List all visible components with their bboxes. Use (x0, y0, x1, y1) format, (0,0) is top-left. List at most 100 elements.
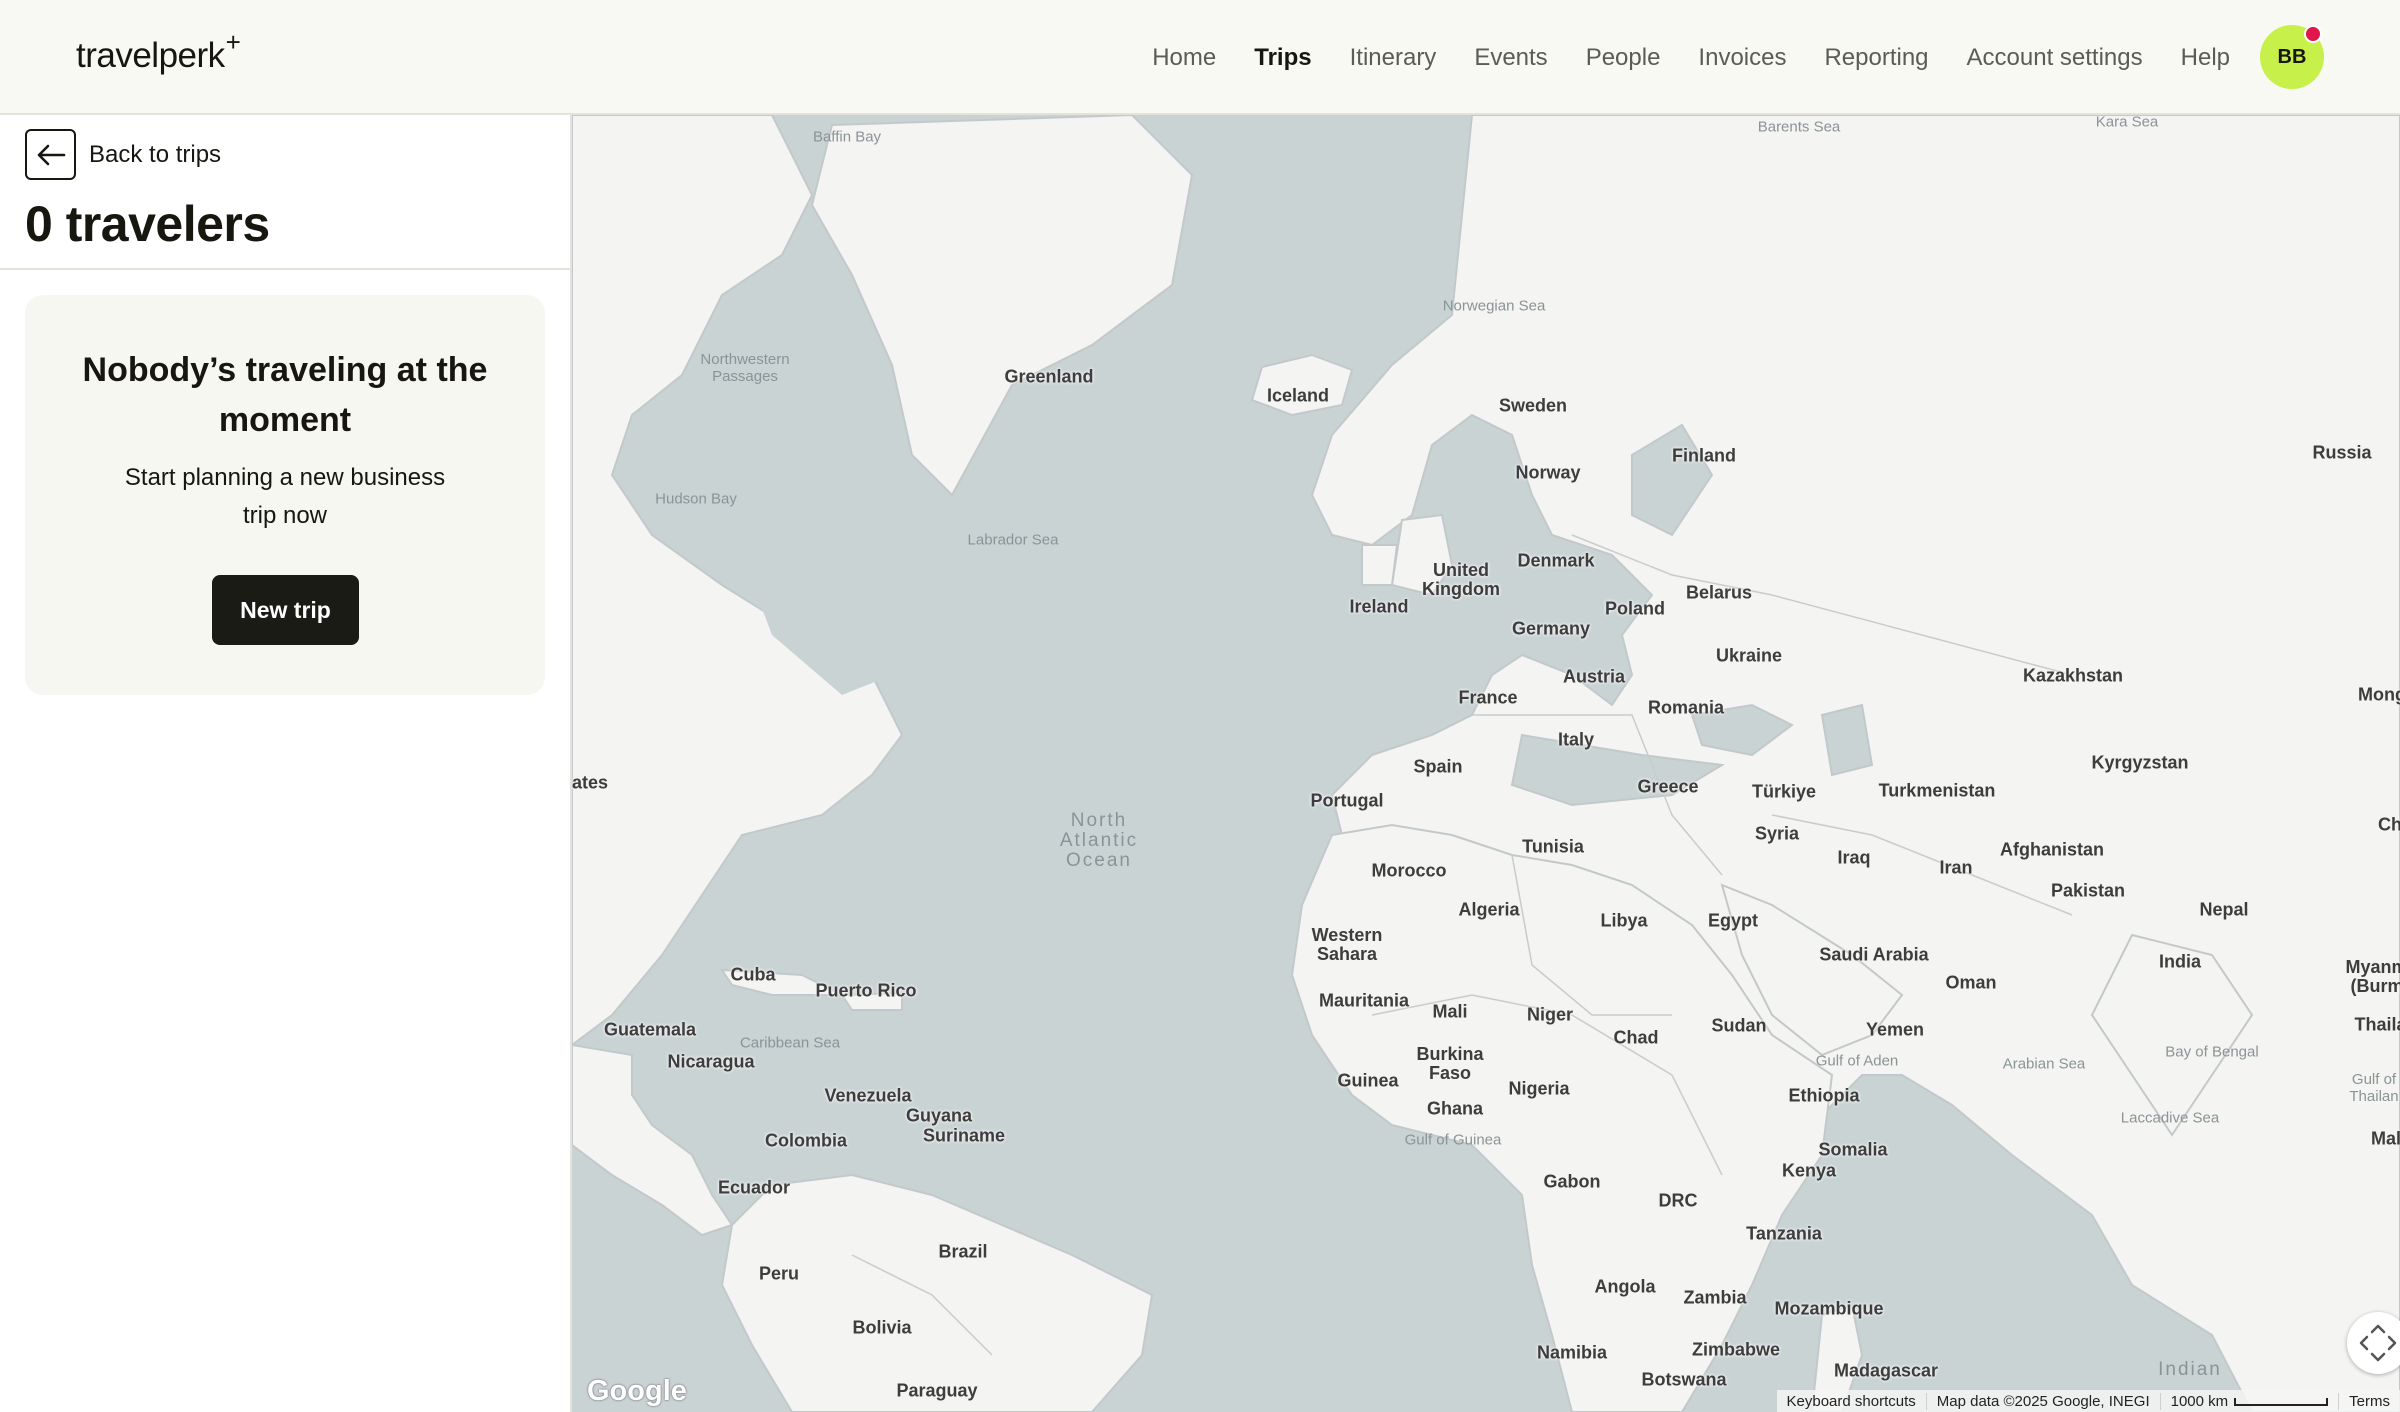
map-label-country: Mozambique (1774, 1298, 1884, 1319)
map-label-sea: Kara Sea (2095, 115, 2159, 131)
map-label-country: Guatemala (603, 1019, 697, 1040)
map-label-country: Morocco (1371, 860, 1447, 881)
map-label-sea: Labrador Sea (967, 531, 1059, 549)
map-label-country: Botswana (1641, 1369, 1727, 1390)
map-label-country: Portugal (1310, 790, 1384, 811)
map-scale[interactable]: 1000 km (2161, 1392, 2340, 1410)
map-label-country: Venezuela (824, 1085, 912, 1106)
map-label-country: Brazil (938, 1241, 988, 1262)
map-label-country: Poland (1604, 598, 1666, 619)
back-label[interactable]: Back to trips (89, 141, 221, 169)
new-trip-button[interactable]: New trip (212, 575, 359, 645)
map-label-country: France (1458, 687, 1518, 708)
map-label-country: Sudan (1711, 1015, 1767, 1036)
nav-itinerary[interactable]: Itinerary (1350, 44, 1437, 72)
nav-help[interactable]: Help (2181, 44, 2230, 72)
travelers-panel: Back to trips 0 travelers Nobody’s trave… (0, 115, 572, 1412)
map-label-country: Sweden (1498, 395, 1568, 416)
map-label-country: Somalia (1818, 1139, 1888, 1160)
back-button[interactable] (25, 129, 76, 180)
map-label-country: ates (572, 772, 609, 793)
map-label-country: Finland (1672, 445, 1736, 466)
nav-people[interactable]: People (1586, 44, 1661, 72)
map-label-country: Kazakhstan (2022, 665, 2124, 686)
map-label-country: Puerto Rico (815, 980, 917, 1001)
top-navigation-bar: travelperk+ Home Trips Itinerary Events … (0, 0, 2400, 115)
map-label-country: Belarus (1685, 582, 1753, 603)
map-label-country: Turkmenistan (1878, 780, 1996, 801)
map-label-country: Cuba (730, 964, 776, 985)
map-label-country: Tunisia (1522, 836, 1584, 857)
map-label-country: Burkina Faso (1416, 1044, 1484, 1083)
map-label-country: Ch (2378, 814, 2400, 835)
map-label-country: Angola (1594, 1276, 1656, 1297)
terms-link[interactable]: Terms (2339, 1393, 2400, 1410)
map-label-country: Thailar (2354, 1014, 2400, 1035)
map-label-sea: Arabian Sea (2002, 1055, 2086, 1073)
main-nav: Home Trips Itinerary Events People Invoi… (1152, 0, 2230, 115)
logo-plus: + (225, 27, 241, 57)
nav-home[interactable]: Home (1152, 44, 1216, 72)
map-label-country: Greece (1637, 776, 1699, 797)
map-label-country: Niger (1526, 1004, 1574, 1025)
nav-trips[interactable]: Trips (1254, 44, 1311, 72)
map-label-country: Guinea (1337, 1070, 1399, 1091)
map-label-country: Denmark (1517, 550, 1595, 571)
map-label-country: Chad (1613, 1027, 1659, 1048)
back-to-trips-link[interactable]: Back to trips (25, 129, 221, 180)
map-label-sea: Laccadive Sea (2120, 1109, 2220, 1127)
map-label-country: Peru (758, 1263, 800, 1284)
map-label-country: Colombia (764, 1130, 848, 1151)
map-label-country: Mali (1432, 1001, 1468, 1022)
nav-account-settings[interactable]: Account settings (1967, 44, 2143, 72)
map-label-country: Mong (2358, 684, 2400, 705)
map-label-sea: Bay of Bengal (2165, 1043, 2259, 1061)
map-label-country: Namibia (1536, 1342, 1608, 1363)
map-label-country: Zimbabwe (1691, 1339, 1781, 1360)
google-logo: Google (587, 1375, 687, 1407)
map-label-country: Greenland (1004, 366, 1094, 387)
map-label-country: Oman (1945, 972, 1997, 993)
travelers-count-title: 0 travelers (25, 196, 270, 252)
map-label-country: Mal (2370, 1128, 2400, 1149)
map-label-sea: Baffin Bay (812, 128, 882, 146)
scale-bar (2234, 1397, 2329, 1406)
nav-events[interactable]: Events (1474, 44, 1547, 72)
map-label-ocean: North Atlantic Ocean (1059, 810, 1139, 871)
map-label-country: Gabon (1543, 1171, 1601, 1192)
map-label-sea: Gulf of Thailan (2349, 1071, 2399, 1105)
map-label-country: Libya (1600, 910, 1648, 931)
world-map[interactable]: Baffin Bay Barents Sea Kara Sea Norwegia… (572, 115, 2400, 1412)
map-label-country: United Kingdom (1422, 560, 1500, 599)
map-label-country: Western Sahara (1311, 925, 1383, 964)
map-label-country: Romania (1647, 697, 1725, 718)
divider (0, 268, 572, 270)
map-label-ocean: Indian (2158, 1359, 2222, 1380)
nav-invoices[interactable]: Invoices (1698, 44, 1786, 72)
map-label-country: DRC (1658, 1190, 1698, 1211)
map-label-country: Ghana (1426, 1098, 1484, 1119)
map-label-country: Saudi Arabia (1819, 944, 1929, 965)
map-label-country: Ethiopia (1788, 1085, 1860, 1106)
map-label-sea: Caribbean Sea (739, 1034, 841, 1052)
nav-reporting[interactable]: Reporting (1824, 44, 1928, 72)
map-label-country: Türkiye (1751, 781, 1817, 802)
map-label-country: Suriname (922, 1125, 1006, 1146)
map-label-country: Myanmar (Burma) (2345, 957, 2400, 996)
map-label-country: Yemen (1865, 1019, 1925, 1040)
map-label-country: Austria (1562, 666, 1626, 687)
map-pan-control[interactable] (2347, 1312, 2400, 1374)
travelperk-logo[interactable]: travelperk+ (76, 27, 241, 76)
map-label-country: Kenya (1781, 1160, 1837, 1181)
map-label-sea: Gulf of Guinea (1404, 1131, 1502, 1149)
map-label-sea: Barents Sea (1757, 118, 1841, 136)
map-label-country: Spain (1413, 756, 1463, 777)
map-label-country: Norway (1515, 462, 1581, 483)
map-label-country: Mauritania (1318, 990, 1410, 1011)
map-label-country: Paraguay (896, 1380, 978, 1401)
empty-state-card: Nobody’s traveling at the moment Start p… (25, 295, 545, 695)
map-label-country: Nepal (2199, 899, 2249, 920)
map-label-country: Guyana (905, 1105, 973, 1126)
keyboard-shortcuts-link[interactable]: Keyboard shortcuts (1777, 1392, 1927, 1410)
map-label-country: Kyrgyzstan (2091, 752, 2189, 773)
